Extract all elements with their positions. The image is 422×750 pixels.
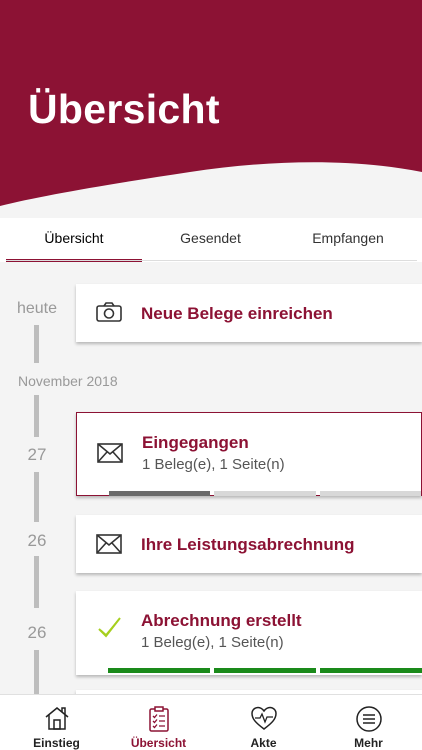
progress-step <box>319 491 421 496</box>
header: Übersicht <box>0 0 422 215</box>
timeline[interactable]: heute November 2018 27 26 26 Neue Belege… <box>0 262 422 694</box>
tabbar-uebersicht[interactable]: Übersicht <box>106 695 211 750</box>
received-card[interactable]: Eingegangen 1 Beleg(e), 1 Seite(n) <box>76 412 422 496</box>
tabbar-einstieg[interactable]: Einstieg <box>4 695 109 750</box>
submit-receipts-card[interactable]: Neue Belege einreichen <box>76 284 422 342</box>
clipboard-icon <box>149 706 169 732</box>
tab-empfangen[interactable]: Empfangen <box>279 218 417 262</box>
entry-date: 26 <box>27 623 47 642</box>
progress-step <box>214 491 316 496</box>
card-subtitle: 1 Beleg(e), 1 Seite(n) <box>141 634 284 651</box>
heart-pulse-icon <box>251 706 277 730</box>
checkmark-icon <box>96 616 122 645</box>
progress-step <box>109 491 211 496</box>
timeline-line <box>34 395 39 437</box>
statement-card[interactable]: Ihre Leistungsabrechnung <box>76 515 422 573</box>
settlement-created-card[interactable]: Abrechnung erstellt 1 Beleg(e), 1 Seite(… <box>76 591 422 675</box>
camera-icon <box>96 302 122 327</box>
page-title: Übersicht <box>28 86 220 132</box>
card-title: Ihre Leistungsabrechnung <box>141 535 355 554</box>
tabbar-label: Mehr <box>354 736 383 750</box>
entry-date: 26 <box>27 531 47 550</box>
segmented-tabs: Übersicht Gesendet Empfangen <box>0 218 422 262</box>
card-title: Abrechnung erstellt <box>141 611 302 630</box>
progress-bar <box>108 668 422 673</box>
progress-bar <box>109 491 421 496</box>
envelope-icon <box>96 534 122 559</box>
menu-icon <box>356 706 382 732</box>
house-icon <box>45 707 69 730</box>
today-label: heute <box>16 300 58 317</box>
card-title: Eingegangen <box>142 433 249 452</box>
timeline-line <box>34 325 39 363</box>
progress-step <box>320 668 422 673</box>
tabbar-label: Akte <box>250 736 277 750</box>
envelope-icon <box>97 443 123 468</box>
card-subtitle: 1 Beleg(e), 1 Seite(n) <box>142 456 285 473</box>
tab-uebersicht[interactable]: Übersicht <box>6 218 142 262</box>
timeline-line <box>34 472 39 522</box>
tabbar-akte[interactable]: Akte <box>211 695 316 750</box>
month-label: November 2018 <box>18 373 118 389</box>
tabbar-label: Übersicht <box>130 736 187 750</box>
card-title: Neue Belege einreichen <box>141 304 333 323</box>
tabbar-label: Einstieg <box>33 736 80 750</box>
timeline-line <box>34 556 39 608</box>
bottom-tab-bar: Einstieg Übersicht Akte Mehr <box>0 694 422 750</box>
entry-date: 27 <box>27 445 47 464</box>
tabbar-mehr[interactable]: Mehr <box>316 695 421 750</box>
tabs-divider <box>6 260 417 261</box>
progress-step <box>214 668 316 673</box>
progress-step <box>108 668 210 673</box>
tab-gesendet[interactable]: Gesendet <box>142 218 279 262</box>
timeline-line <box>34 650 39 694</box>
